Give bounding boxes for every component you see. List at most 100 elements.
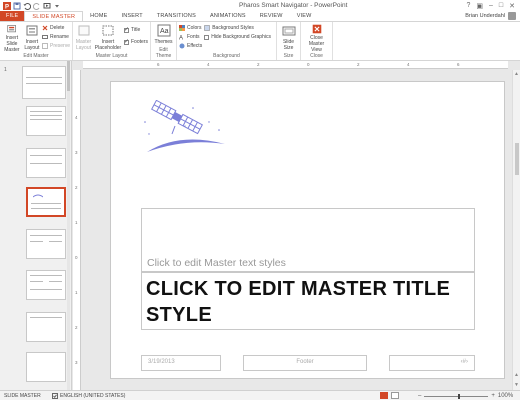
zoom-control: – + 100% xyxy=(418,393,513,399)
slide-sorter-view-button[interactable] xyxy=(391,392,399,399)
slide-size-icon xyxy=(282,26,295,36)
title-checkbox[interactable]: Title xyxy=(124,26,148,34)
background-styles-dropdown[interactable]: Background Styles xyxy=(204,24,271,32)
maximize-button[interactable]: □ xyxy=(499,2,503,10)
page-number-text: ‹#› xyxy=(460,359,468,365)
master-layout-icon xyxy=(78,25,89,36)
insert-layout-button[interactable]: Insert Layout xyxy=(24,23,40,53)
background-styles-icon xyxy=(204,25,210,31)
thumbnail-master[interactable] xyxy=(22,66,66,99)
insert-slide-master-button[interactable]: Insert Slide Master xyxy=(2,23,22,53)
date-text: 3/19/2013 xyxy=(148,359,175,365)
zoom-level[interactable]: 100% xyxy=(498,393,513,399)
zoom-slider[interactable] xyxy=(424,393,489,399)
footer-placeholder[interactable]: Footer xyxy=(243,355,367,371)
thumbnail-layout-7[interactable] xyxy=(26,352,66,382)
group-master-layout: Master Layout Insert Placeholder Title F… xyxy=(73,22,151,60)
effects-dropdown[interactable]: Effects xyxy=(179,42,202,50)
footers-checkbox[interactable]: Footers xyxy=(124,38,148,46)
tab-view[interactable]: VIEW xyxy=(290,11,319,21)
edit-theme-label: Edit Theme xyxy=(155,47,172,59)
tab-transitions[interactable]: TRANSITIONS xyxy=(150,11,203,21)
thumbnail-layout-2[interactable] xyxy=(26,148,66,178)
thumbnail-scrollbar-thumb[interactable] xyxy=(67,61,70,91)
help-button[interactable]: ? xyxy=(466,2,470,10)
scroll-up-icon[interactable]: ▲ xyxy=(514,71,519,77)
user-account[interactable]: Brian Underdahl xyxy=(465,11,520,21)
footer-text: Footer xyxy=(296,359,314,365)
thumbnail-scrollbar[interactable] xyxy=(67,61,70,390)
horizontal-ruler: 6 4 2 0 2 4 6 xyxy=(83,61,508,69)
group-close: Close Master View Close xyxy=(301,22,333,60)
ribbon: Insert Slide Master Insert Layout Delete… xyxy=(0,21,520,61)
subtitle-placeholder[interactable]: Click to edit Master text styles xyxy=(141,208,475,272)
ribbon-tabs: FILE SLIDE MASTER HOME INSERT TRANSITION… xyxy=(0,11,520,21)
insert-layout-icon xyxy=(26,25,38,36)
fonts-dropdown[interactable]: A Fonts xyxy=(179,33,202,41)
colors-dropdown[interactable]: Colors xyxy=(179,24,202,32)
background-style-commands: Background Styles Hide Background Graphi… xyxy=(204,23,271,53)
thumbnail-layout-6[interactable] xyxy=(26,312,66,342)
slide-size-button[interactable]: Slide Size xyxy=(279,23,298,53)
tab-home[interactable]: HOME xyxy=(83,11,114,21)
zoom-out-icon[interactable]: – xyxy=(418,393,421,399)
edit-master-label: Edit Master xyxy=(23,53,49,59)
group-size: Slide Size Size xyxy=(277,22,301,60)
window-controls: ? ▣ – □ ✕ xyxy=(466,2,520,10)
ruler-tick: 6 xyxy=(157,62,160,67)
undo-icon[interactable] xyxy=(23,2,31,10)
thumbnail-layout-3-selected[interactable] xyxy=(26,187,66,217)
tab-file[interactable]: FILE xyxy=(0,11,25,21)
editor-scrollbar[interactable]: ▲ ▲ ▼ xyxy=(512,70,520,390)
tab-insert[interactable]: INSERT xyxy=(114,11,149,21)
ruler-tick: 2 xyxy=(75,325,78,330)
close-master-view-icon xyxy=(312,24,321,34)
close-window-button[interactable]: ✕ xyxy=(509,2,515,10)
thumbnail-layout-4[interactable] xyxy=(26,229,66,259)
title-placeholder[interactable]: CLICK TO EDIT MASTER TITLE STYLE xyxy=(141,272,475,330)
page-number-placeholder[interactable]: ‹#› xyxy=(389,355,475,371)
themes-icon: Aa xyxy=(157,24,170,37)
svg-text:A: A xyxy=(179,36,183,41)
size-label: Size xyxy=(283,53,294,59)
hide-background-graphics-checkbox[interactable]: Hide Background Graphics xyxy=(204,33,271,41)
background-theme-commands: Colors A Fonts Effects xyxy=(179,23,202,53)
normal-view-button[interactable] xyxy=(380,392,388,399)
customize-qat-icon[interactable] xyxy=(53,2,61,10)
zoom-slider-knob[interactable] xyxy=(458,393,461,399)
date-placeholder[interactable]: 3/19/2013 xyxy=(141,355,221,371)
quick-access-toolbar: P xyxy=(0,1,120,10)
redo-icon[interactable] xyxy=(33,2,41,10)
subtitle-text: Click to edit Master text styles xyxy=(147,257,286,269)
next-slide-icon[interactable]: ▼ xyxy=(514,382,519,388)
master-layout-button[interactable]: Master Layout xyxy=(75,23,92,53)
thumbnail-layout-5[interactable] xyxy=(26,270,66,300)
minimize-button[interactable]: – xyxy=(489,2,493,10)
effects-icon xyxy=(179,43,185,49)
zoom-in-icon[interactable]: + xyxy=(491,393,495,399)
language-indicator[interactable]: ENGLISH (UNITED STATES) xyxy=(52,392,125,399)
ribbon-display-options-button[interactable]: ▣ xyxy=(476,2,483,10)
save-icon[interactable] xyxy=(13,2,21,10)
preserve-button[interactable]: Preserve xyxy=(41,42,70,50)
satellite-icon xyxy=(144,100,225,152)
hide-background-check-icon xyxy=(204,34,210,40)
start-slideshow-icon[interactable] xyxy=(43,2,51,10)
ruler-tick: 0 xyxy=(307,62,310,67)
insert-placeholder-button[interactable]: Insert Placeholder xyxy=(94,23,122,53)
master-layout-label: Master Layout xyxy=(95,53,128,59)
tab-slide-master[interactable]: SLIDE MASTER xyxy=(24,11,84,21)
previous-slide-icon[interactable]: ▲ xyxy=(514,372,519,378)
rename-button[interactable]: Rename xyxy=(41,33,70,41)
tab-review[interactable]: REVIEW xyxy=(253,11,290,21)
fonts-icon: A xyxy=(179,36,183,41)
thumbnail-layout-1[interactable] xyxy=(26,106,66,136)
delete-icon xyxy=(42,25,48,31)
ruler-tick: 4 xyxy=(75,115,78,120)
editor-scrollbar-thumb[interactable] xyxy=(515,143,519,175)
close-master-view-button[interactable]: Close Master View xyxy=(303,23,330,53)
slide-canvas[interactable]: Click to edit Master text styles CLICK T… xyxy=(110,81,505,379)
ruler-tick: 6 xyxy=(457,62,460,67)
tab-animations[interactable]: ANIMATIONS xyxy=(203,11,253,21)
delete-button[interactable]: Delete xyxy=(42,24,70,32)
